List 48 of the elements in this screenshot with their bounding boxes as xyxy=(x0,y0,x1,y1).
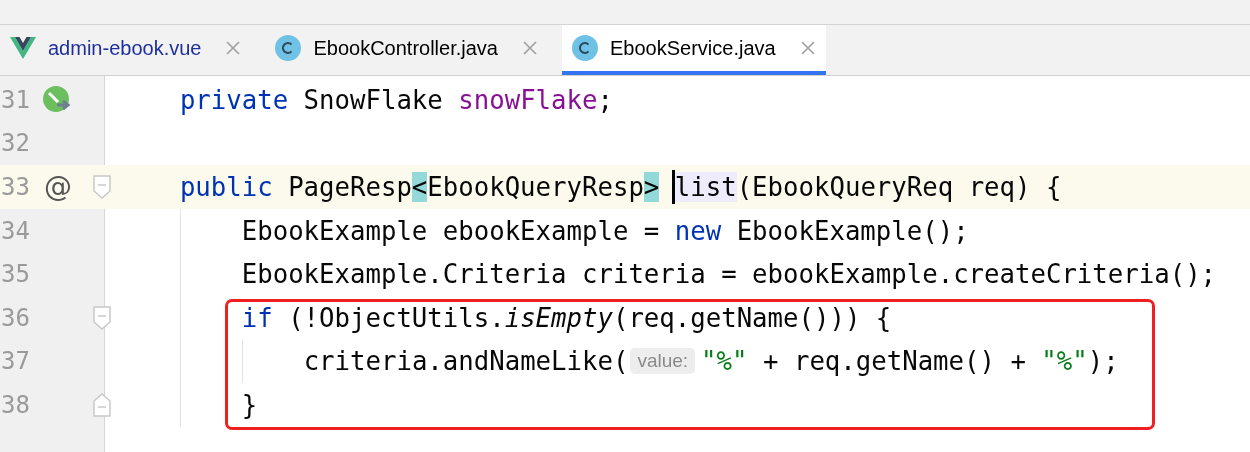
fold-icon[interactable] xyxy=(93,175,111,199)
line-number: 32 xyxy=(0,129,30,158)
override-marker[interactable]: @ xyxy=(44,170,72,204)
close-icon[interactable] xyxy=(522,40,538,56)
code-token: EbookQueryResp xyxy=(427,172,644,202)
vue-logo-icon xyxy=(10,37,36,59)
code-token: SnowFlake xyxy=(302,84,444,115)
line-number: 31 xyxy=(0,85,30,114)
code-token: < xyxy=(411,172,428,202)
code-token: "%" xyxy=(1041,346,1088,377)
code-token: (req.getName())) { xyxy=(612,302,892,333)
editor-tab[interactable]: EbookController.java xyxy=(265,25,548,75)
close-icon[interactable] xyxy=(799,40,816,56)
code-token: EbookExample ebookExample = xyxy=(241,215,661,246)
fold-icon[interactable] xyxy=(93,305,111,330)
code-token: PageResp xyxy=(287,172,412,202)
parameter-hint: value: xyxy=(630,348,696,375)
code-token: ); xyxy=(1087,346,1119,377)
class-icon xyxy=(572,35,598,61)
code-token: (!ObjectUtils. xyxy=(287,302,505,333)
editor-tab[interactable]: admin-ebook.vue xyxy=(0,25,252,75)
code-token: private xyxy=(179,84,289,115)
bean-arrow-icon[interactable] xyxy=(43,85,73,114)
code-token: + req.getName() + xyxy=(761,346,1027,377)
code-token: isEmpty xyxy=(504,302,613,333)
close-icon[interactable] xyxy=(225,40,242,56)
code-token: (EbookQueryReq req) { xyxy=(736,172,1062,202)
code-token: > xyxy=(643,172,660,202)
line-number: 33 xyxy=(0,173,30,201)
code-token: EbookExample.Criteria criteria = ebookExample.createCriteria(); xyxy=(241,259,1217,290)
class-icon xyxy=(275,35,302,61)
code-token: EbookExample(); xyxy=(735,215,969,246)
line-number: 38 xyxy=(0,390,30,419)
fold-icon[interactable] xyxy=(93,392,111,417)
code-token: criteria.andNameLike( xyxy=(303,346,629,377)
code-token: "%" xyxy=(701,346,748,377)
line-number: 34 xyxy=(0,216,30,245)
line-number: 37 xyxy=(0,347,30,376)
editor-tab[interactable]: EbookService.java xyxy=(562,25,826,75)
code-token: snowFlake xyxy=(458,84,598,115)
code-token: public xyxy=(179,172,273,202)
code-token: new xyxy=(674,215,722,246)
line-number: 36 xyxy=(0,303,30,332)
code-token: if xyxy=(241,302,273,333)
code-token: } xyxy=(241,389,258,420)
line-number: 35 xyxy=(0,260,30,289)
code-token: list xyxy=(674,172,737,202)
code-token: ; xyxy=(597,84,613,115)
